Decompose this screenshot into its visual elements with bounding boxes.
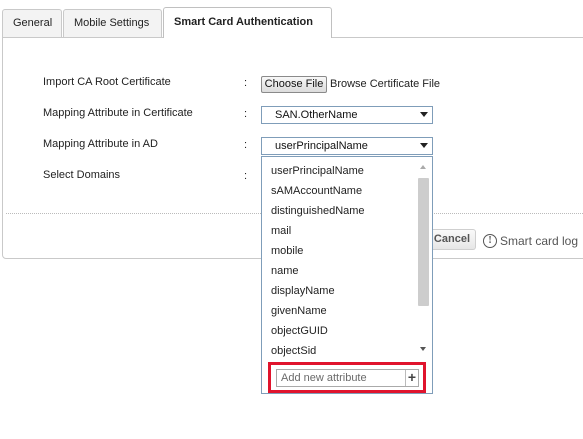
list-item[interactable]: objectGUID bbox=[271, 325, 328, 337]
list-item[interactable]: sAMAccountName bbox=[271, 185, 362, 197]
tab-bar: General Mobile Settings Smart Card Authe… bbox=[2, 7, 583, 38]
chevron-down-icon bbox=[420, 112, 428, 117]
list-item[interactable]: userPrincipalName bbox=[271, 165, 364, 177]
colon-separator: : bbox=[244, 139, 248, 151]
mapping-attribute-certificate-select[interactable]: SAN.OtherName bbox=[261, 106, 433, 124]
tab-smart-card-authentication[interactable]: Smart Card Authentication bbox=[163, 7, 332, 38]
select-value: SAN.OtherName bbox=[275, 109, 358, 121]
browse-certificate-file-text: Browse Certificate File bbox=[330, 78, 441, 90]
list-item[interactable]: objectSid bbox=[271, 345, 316, 357]
info-icon: ! bbox=[483, 234, 497, 248]
smart-card-login-text: Smart card log bbox=[500, 234, 579, 248]
tab-general[interactable]: General bbox=[2, 9, 62, 38]
chevron-down-icon bbox=[420, 143, 428, 148]
colon-separator: : bbox=[244, 170, 248, 182]
list-item[interactable]: mobile bbox=[271, 245, 303, 257]
select-domains-label: Select Domains bbox=[43, 169, 121, 181]
mapping-attribute-ad-select[interactable]: userPrincipalName bbox=[261, 137, 433, 155]
list-item[interactable]: distinguishedName bbox=[271, 205, 365, 217]
colon-separator: : bbox=[244, 108, 248, 120]
select-value: userPrincipalName bbox=[275, 140, 368, 152]
scrollbar-thumb[interactable] bbox=[418, 178, 429, 306]
scrollbar[interactable] bbox=[417, 160, 430, 356]
list-item[interactable]: mail bbox=[271, 225, 291, 237]
add-attribute-plus-icon[interactable]: + bbox=[405, 370, 418, 386]
scroll-down-arrow-icon[interactable] bbox=[420, 347, 426, 351]
cancel-button[interactable]: Cancel bbox=[428, 229, 476, 250]
mapping-attribute-certificate-label: Mapping Attribute in Certificate bbox=[43, 107, 193, 119]
add-new-attribute-input[interactable] bbox=[276, 369, 419, 387]
scroll-up-arrow-icon[interactable] bbox=[420, 165, 426, 169]
list-item[interactable]: displayName bbox=[271, 285, 335, 297]
choose-file-button[interactable]: Choose File bbox=[261, 76, 327, 93]
tab-mobile-settings[interactable]: Mobile Settings bbox=[63, 9, 162, 38]
add-attribute-highlight: + bbox=[268, 362, 426, 393]
attribute-dropdown-list: userPrincipalName sAMAccountName disting… bbox=[261, 156, 433, 394]
colon-separator: : bbox=[244, 77, 248, 89]
import-ca-root-certificate-label: Import CA Root Certificate bbox=[43, 76, 171, 88]
list-item[interactable]: name bbox=[271, 265, 299, 277]
mapping-attribute-ad-label: Mapping Attribute in AD bbox=[43, 138, 158, 150]
list-item[interactable]: givenName bbox=[271, 305, 327, 317]
